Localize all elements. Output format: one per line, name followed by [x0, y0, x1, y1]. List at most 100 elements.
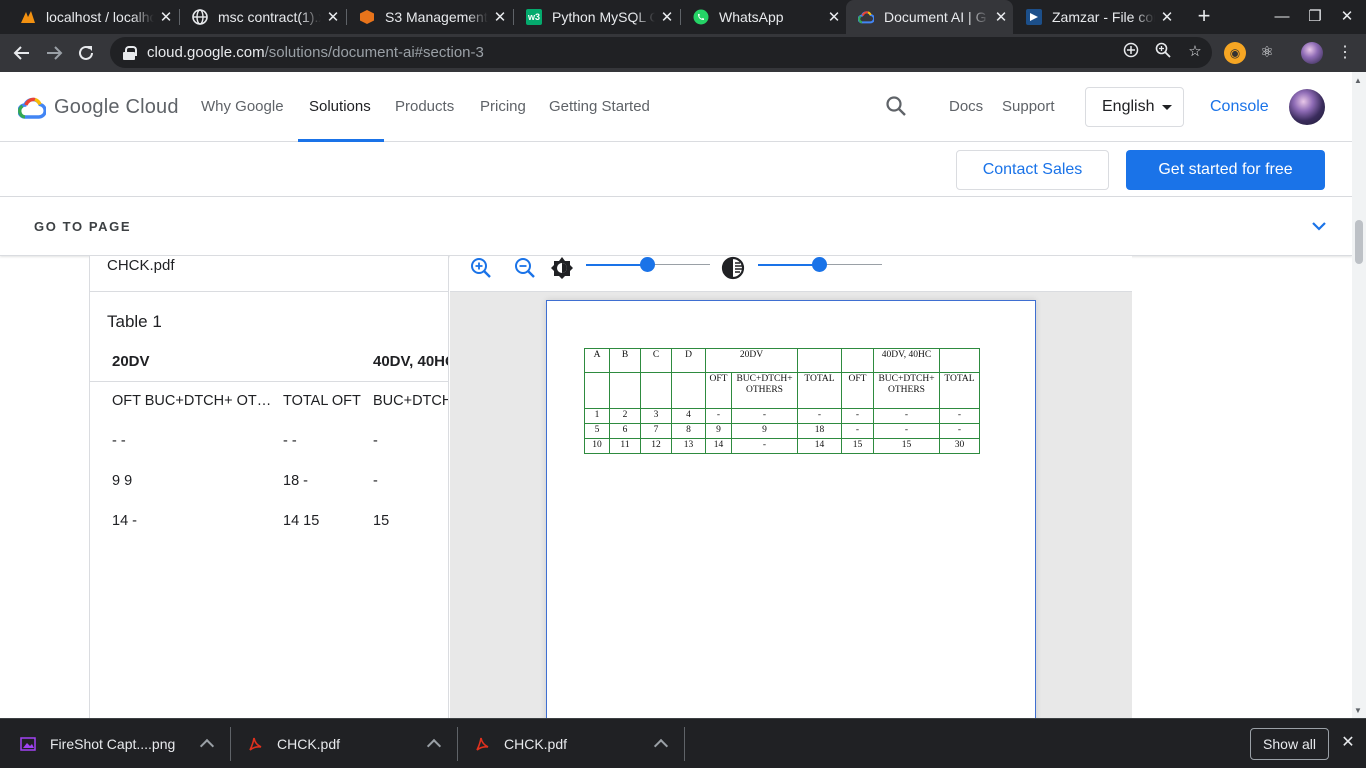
react-devtools-icon[interactable]: ⚛ — [1256, 42, 1278, 64]
contrast-slider[interactable] — [758, 257, 882, 272]
close-icon[interactable]: ✕ — [154, 8, 178, 26]
globe-icon — [192, 9, 208, 25]
table-cell: 15 — [841, 438, 874, 454]
google-cloud-logo[interactable]: Google Cloud — [18, 96, 179, 119]
table-cell: 9 — [731, 423, 798, 439]
browser-tab[interactable]: localhost / localho ✕ — [8, 0, 178, 34]
close-icon[interactable]: ✕ — [989, 8, 1013, 26]
tab-title: Python MySQL C — [552, 9, 655, 25]
browser-tab-bar: localhost / localho ✕ msc contract(1).x … — [0, 0, 1366, 34]
pdf-file-icon — [249, 737, 262, 751]
table-cell: 11 — [609, 438, 641, 454]
download-item[interactable]: CHCK.pdf — [247, 719, 457, 769]
show-all-button[interactable]: Show all — [1250, 728, 1329, 760]
zoom-icon[interactable] — [1153, 42, 1173, 62]
caret-down-icon — [1162, 104, 1173, 110]
close-icon[interactable]: ✕ — [488, 8, 512, 26]
table-cell: 6 — [609, 423, 641, 439]
support-link[interactable]: Support — [1002, 98, 1055, 115]
contact-sales-button[interactable]: Contact Sales — [956, 150, 1109, 190]
table-cell: 1 — [584, 408, 610, 424]
nav-solutions[interactable]: Solutions — [309, 98, 371, 115]
table-cell: - — [873, 408, 940, 424]
avatar[interactable] — [1289, 89, 1325, 125]
browser-tab[interactable]: w3 Python MySQL C ✕ — [514, 0, 679, 34]
chevron-up-icon[interactable] — [653, 738, 669, 754]
table-cell: - — [373, 433, 378, 449]
bookmark-star-icon[interactable]: ☆ — [1185, 42, 1205, 62]
browser-tab[interactable]: Zamzar - File conv ✕ — [1014, 0, 1179, 34]
close-icon[interactable]: ✕ — [1155, 8, 1179, 26]
lock-icon[interactable] — [123, 45, 137, 60]
table-cell — [797, 348, 842, 373]
tab-title: Zamzar - File conv — [1052, 9, 1155, 25]
download-item[interactable]: CHCK.pdf — [474, 719, 684, 769]
aws-icon — [359, 9, 375, 25]
table-cell — [939, 348, 980, 373]
download-item[interactable]: FireShot Capt....png — [20, 719, 230, 769]
tab-title: localhost / localho — [46, 9, 154, 25]
browser-tab-active[interactable]: Document AI | G ✕ — [846, 0, 1013, 34]
window-close-icon[interactable]: ✕ — [1336, 6, 1358, 28]
get-started-button[interactable]: Get started for free — [1126, 150, 1325, 190]
nav-getting-started[interactable]: Getting Started — [549, 98, 650, 115]
divider — [90, 291, 448, 292]
slider-knob[interactable] — [812, 257, 827, 272]
w3schools-icon: w3 — [526, 9, 542, 25]
table-cell — [841, 348, 874, 373]
slider-knob[interactable] — [640, 257, 655, 272]
zoom-out-icon[interactable] — [513, 256, 537, 280]
profile-avatar[interactable] — [1301, 42, 1323, 64]
table-cell: 13 — [671, 438, 706, 454]
table-cell: 4 — [671, 408, 706, 424]
close-icon[interactable]: ✕ — [1338, 733, 1358, 753]
zoom-in-icon[interactable] — [469, 256, 493, 280]
download-file-name: CHCK.pdf — [277, 736, 341, 752]
close-icon[interactable]: ✕ — [321, 8, 345, 26]
language-select[interactable]: English — [1085, 87, 1184, 127]
table-cell: 14 - — [112, 513, 137, 529]
menu-kebab-icon[interactable]: ⋮ — [1332, 40, 1358, 66]
close-icon[interactable]: ✕ — [822, 8, 846, 26]
minimize-icon[interactable]: — — [1271, 6, 1293, 28]
nav-pricing[interactable]: Pricing — [480, 98, 526, 115]
restore-icon[interactable]: ❐ — [1304, 6, 1326, 28]
console-link[interactable]: Console — [1210, 98, 1269, 116]
nav-products[interactable]: Products — [395, 98, 454, 115]
table-cell: 14 — [705, 438, 732, 454]
contrast-icon — [721, 256, 745, 280]
nav-why-google[interactable]: Why Google — [201, 98, 284, 115]
search-icon[interactable] — [885, 95, 907, 117]
scroll-up-icon[interactable]: ▲ — [1354, 76, 1362, 85]
google-cloud-icon — [18, 97, 46, 119]
scrollbar-thumb[interactable] — [1355, 220, 1363, 264]
cta-bar: Contact Sales Get started for free — [0, 142, 1352, 197]
page-scrollbar[interactable]: ▲ ▼ — [1352, 72, 1366, 718]
forward-arrow-icon[interactable] — [41, 40, 67, 66]
table-cell: OFT BUC+DTCH+ OTH... — [112, 393, 272, 409]
install-app-icon[interactable] — [1121, 42, 1141, 62]
extension-icon[interactable]: ◉ — [1224, 42, 1246, 64]
pdf-page-preview: A B C D 20DV 40DV, 40HC OFT BUC+DTCH+ OT… — [546, 300, 1036, 730]
new-tab-button[interactable]: + — [1192, 4, 1216, 30]
scroll-down-icon[interactable]: ▼ — [1354, 706, 1362, 715]
site-header: Google Cloud Why Google Solutions Produc… — [0, 72, 1352, 142]
table-cell: - — [939, 423, 980, 439]
chevron-up-icon[interactable] — [426, 738, 442, 754]
browser-tab[interactable]: WhatsApp ✕ — [681, 0, 846, 34]
docs-link[interactable]: Docs — [949, 98, 983, 115]
close-icon[interactable]: ✕ — [655, 8, 679, 26]
table-cell: - - — [283, 433, 297, 449]
table-cell — [671, 372, 706, 409]
back-arrow-icon[interactable] — [9, 40, 35, 66]
tab-title: S3 Management C — [385, 9, 488, 25]
brightness-slider[interactable] — [586, 257, 710, 272]
table-cell: 30 — [939, 438, 980, 454]
browser-tab[interactable]: msc contract(1).x ✕ — [180, 0, 345, 34]
go-to-page-bar[interactable]: GO TO PAGE — [0, 197, 1352, 256]
address-bar[interactable]: cloud.google.com/solutions/document-ai#s… — [110, 37, 1212, 68]
reload-icon[interactable] — [73, 40, 99, 66]
chevron-up-icon[interactable] — [199, 738, 215, 754]
browser-tab[interactable]: S3 Management C ✕ — [347, 0, 512, 34]
chevron-down-icon[interactable] — [1310, 217, 1328, 235]
